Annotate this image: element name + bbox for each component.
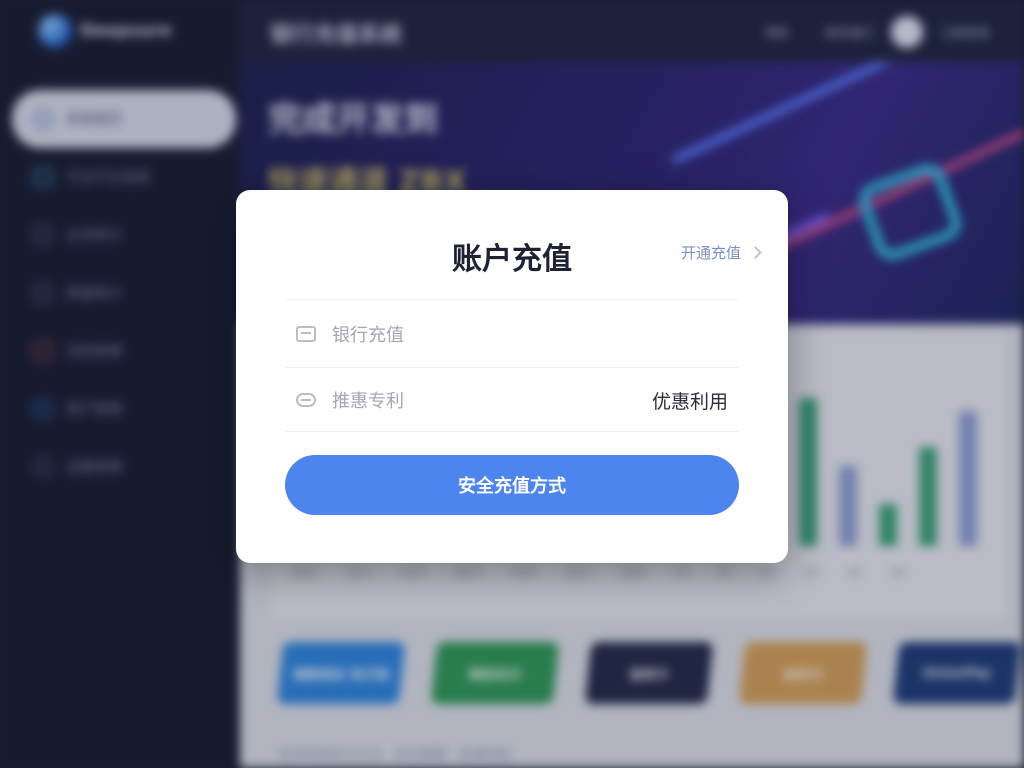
coupon-icon xyxy=(296,393,316,407)
chevron-right-icon xyxy=(749,246,762,259)
open-recharge-link[interactable]: 开通充值 xyxy=(680,242,762,263)
discount-row[interactable]: 推惠专利 优惠利用 xyxy=(286,367,738,433)
recharge-dialog: 账户充值 开通充值 银行充值 推惠专利 优惠利用 安全充值方式 xyxy=(236,190,788,563)
discount-value: 优惠利用 xyxy=(651,390,728,413)
open-recharge-label: 开通充值 xyxy=(680,244,741,262)
secure-recharge-button[interactable]: 安全充值方式 xyxy=(285,455,739,515)
bank-recharge-row[interactable]: 银行充值 xyxy=(286,301,738,367)
bank-recharge-label: 银行充值 xyxy=(332,325,404,346)
divider xyxy=(286,299,738,300)
bank-card-icon xyxy=(296,326,316,342)
divider xyxy=(286,431,738,432)
discount-label: 推惠专利 xyxy=(332,391,404,412)
